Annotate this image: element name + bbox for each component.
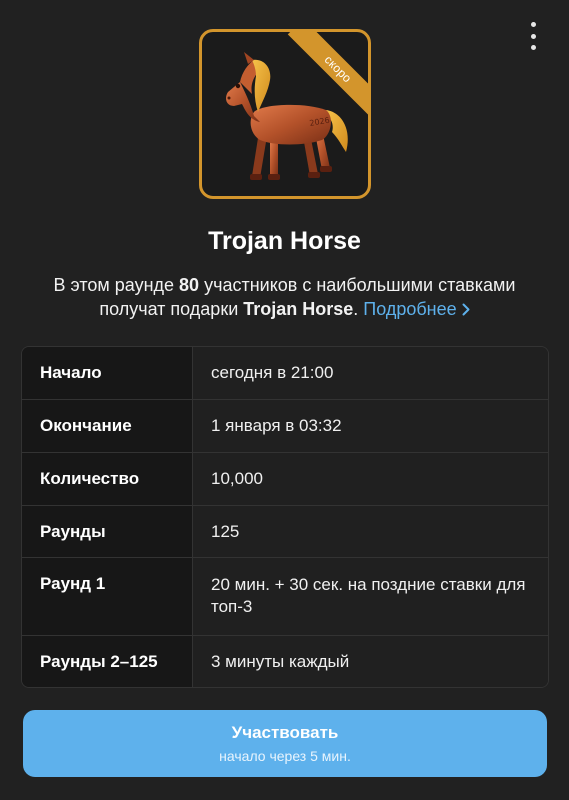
gift-title: Trojan Horse [208,227,361,255]
more-link[interactable]: Подробнее [363,299,470,319]
chevron-right-icon [462,303,470,316]
more-menu-button[interactable] [521,22,545,50]
info-label: Начало [22,347,193,399]
participate-button[interactable]: Участвовать начало через 5 мин. [23,710,547,777]
gift-preview: 2026 скоро [199,29,371,199]
desc-part1: В этом раунде [53,275,180,295]
info-row-rounds: Раунды 125 [22,505,548,557]
info-label: Раунды [22,506,193,557]
more-vertical-icon [530,22,536,27]
info-row-end: Окончание 1 января в 03:32 [22,399,548,452]
info-row-rounds-2-125: Раунды 2–125 3 минуты каждый [22,635,548,687]
start-countdown: начало через 5 мин. [219,748,351,764]
info-value: 125 [193,506,548,557]
auction-info-table: Начало сегодня в 21:00 Окончание 1 январ… [21,346,549,688]
info-row-start: Начало сегодня в 21:00 [22,347,548,399]
more-link-label: Подробнее [363,299,457,319]
info-value: 10,000 [193,453,548,505]
info-label: Окончание [22,400,193,452]
info-value: 20 мин. + 30 сек. на поздние ставки для … [193,558,548,635]
info-label: Раунд 1 [22,558,193,635]
info-label: Количество [22,453,193,505]
info-row-quantity: Количество 10,000 [22,452,548,505]
gift-name: Trojan Horse [243,299,354,319]
participate-label: Участвовать [231,723,339,742]
desc-part3: . [353,299,364,319]
info-value: 3 минуты каждый [193,636,548,687]
info-label: Раунды 2–125 [22,636,193,687]
info-value: 1 января в 03:32 [193,400,548,452]
info-value: сегодня в 21:00 [193,347,548,399]
info-row-round-1: Раунд 1 20 мин. + 30 сек. на поздние ста… [22,557,548,635]
round-description: В этом раунде 80 участников с наибольшим… [20,273,549,321]
winners-count: 80 [179,275,200,295]
